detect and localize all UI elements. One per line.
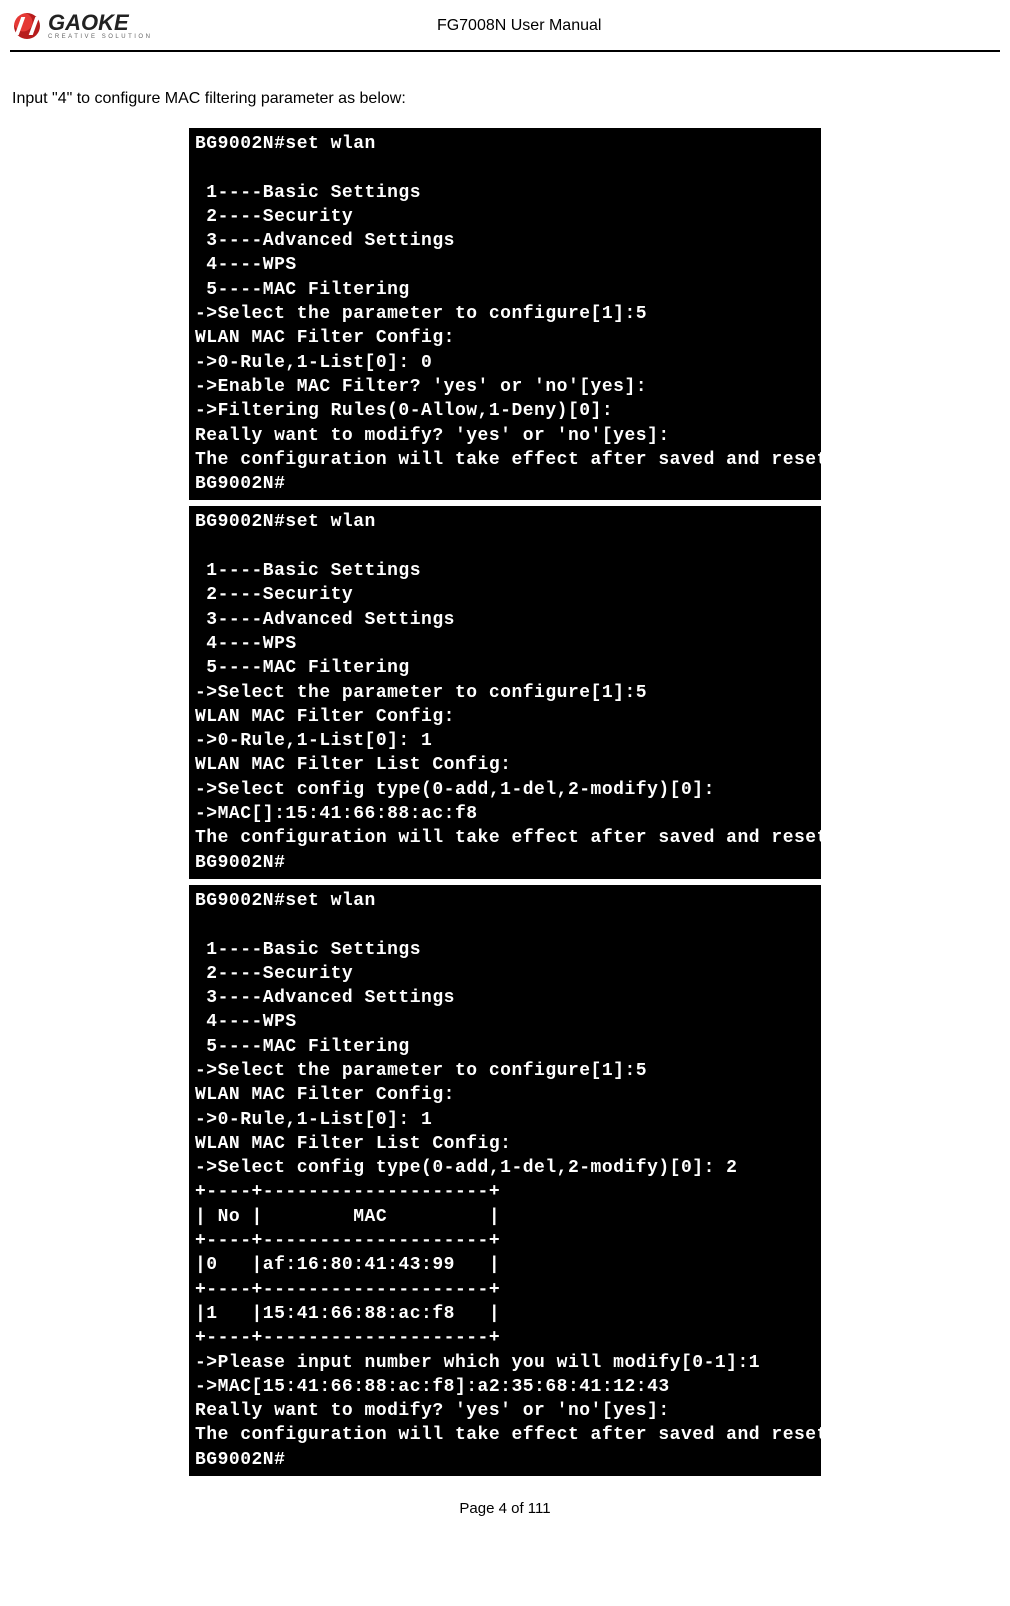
brand-logo: GAOKE CREATIVE SOLUTION (14, 12, 152, 40)
terminal-output-2: BG9002N#set wlan 1----Basic Settings 2--… (189, 506, 821, 878)
terminal-output-1: BG9002N#set wlan 1----Basic Settings 2--… (189, 128, 821, 500)
document-title: FG7008N User Manual (152, 17, 996, 35)
terminal-output-3: BG9002N#set wlan 1----Basic Settings 2--… (189, 885, 821, 1476)
terminal-screenshots: BG9002N#set wlan 1----Basic Settings 2--… (10, 128, 1000, 1476)
logo-text-sub: CREATIVE SOLUTION (48, 34, 152, 40)
page-footer: Page 4 of 111 (10, 1500, 1000, 1517)
instruction-text: Input "4" to configure MAC filtering par… (10, 90, 1000, 108)
logo-icon (14, 13, 40, 39)
logo-text-main: GAOKE (48, 12, 152, 34)
page-header: GAOKE CREATIVE SOLUTION FG7008N User Man… (10, 0, 1000, 52)
